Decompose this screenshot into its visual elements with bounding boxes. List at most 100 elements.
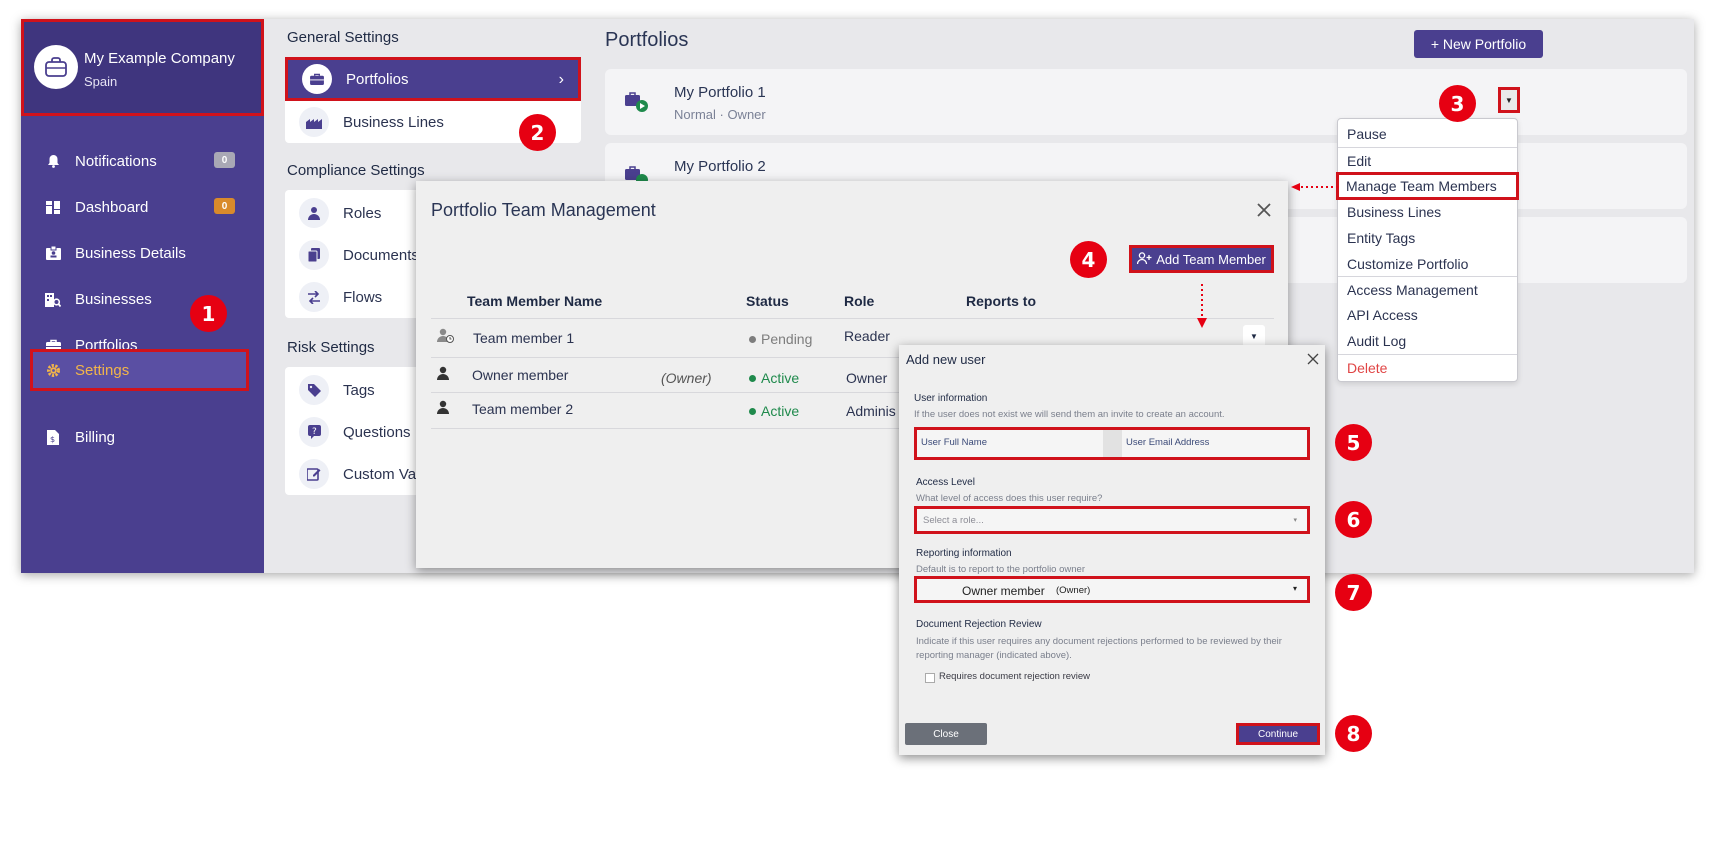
nav-billing[interactable]: $ Billing <box>21 416 264 458</box>
step-marker: 8 <box>1335 715 1372 752</box>
step-marker: 5 <box>1335 424 1372 461</box>
status-text: Active <box>761 403 800 419</box>
chevron-down-icon: ▾ <box>1293 517 1297 524</box>
menu-customize-portfolio[interactable]: Customize Portfolio <box>1338 251 1517 277</box>
user-icon <box>437 400 449 417</box>
nav-businesses[interactable]: Businesses <box>21 278 264 320</box>
id-badge-icon <box>45 245 61 261</box>
setting-label: Roles <box>343 204 382 222</box>
nav-notifications[interactable]: Notifications 0 <box>21 140 264 182</box>
step-marker: 2 <box>519 114 556 151</box>
briefcase-icon <box>34 45 78 89</box>
step-marker: 3 <box>1439 85 1476 122</box>
nav-dashboard[interactable]: Dashboard 0 <box>21 186 264 228</box>
step-marker: 1 <box>190 295 227 332</box>
status-text: Pending <box>761 331 813 347</box>
building-search-icon <box>45 291 61 307</box>
gear-icon <box>45 362 61 378</box>
menu-access-management[interactable]: Access Management <box>1338 277 1517 303</box>
reporting-select-value: Owner member <box>962 584 1045 598</box>
reporting-help: Default is to report to the portfolio ow… <box>916 564 1085 575</box>
status-badge: Pending <box>749 331 812 347</box>
portfolio-card[interactable]: My Portfolio 1 Normal · Owner <box>605 69 1687 135</box>
company-name: My Example Company <box>84 50 235 67</box>
continue-button[interactable]: Continue <box>1236 723 1320 745</box>
status-badge: Active <box>749 403 799 419</box>
status-dot <box>749 408 756 415</box>
new-portfolio-button[interactable]: + New Portfolio <box>1414 30 1543 58</box>
nav-label: Settings <box>75 361 130 379</box>
menu-audit-log[interactable]: Audit Log <box>1338 328 1517 354</box>
member-name: Team member 2 <box>472 401 574 417</box>
email-input[interactable]: User Email Address <box>1126 437 1209 448</box>
menu-business-lines[interactable]: Business Lines <box>1338 199 1517 225</box>
question-icon: ? <box>299 417 329 447</box>
portfolios-title: Portfolios <box>605 29 689 51</box>
step-4-arrow <box>1197 284 1207 328</box>
add-team-member-button[interactable]: Add Team Member <box>1129 245 1274 273</box>
settings-portfolios-row[interactable]: Portfolios › <box>285 57 581 101</box>
add-team-member-label: Add Team Member <box>1156 251 1266 267</box>
member-role: Adminis <box>846 403 896 419</box>
user-info-help: If the user does not exist we will send … <box>914 409 1225 420</box>
nav-business-details[interactable]: Business Details <box>21 232 264 274</box>
reporting-select[interactable]: Owner member (Owner) ▾ <box>914 576 1310 603</box>
setting-label: Questions <box>343 423 411 441</box>
role-select[interactable]: Select a role... ▾ <box>914 506 1310 534</box>
rejection-review-checkbox[interactable] <box>925 673 935 683</box>
step-3-arrow <box>1291 183 1338 191</box>
dialog-title: Add new user <box>906 352 986 367</box>
nav-label: Notifications <box>75 152 157 170</box>
reporting-label: Reporting information <box>916 548 1012 559</box>
tutorial-canvas: My Example Company Spain Notifications 0… <box>0 0 1721 864</box>
setting-label: Tags <box>343 381 375 399</box>
nav-label: Businesses <box>75 290 152 308</box>
chevron-down-icon: ▾ <box>1292 584 1297 593</box>
full-name-input[interactable]: User Full Name <box>921 437 987 448</box>
portfolio-name: My Portfolio 1 <box>674 84 766 101</box>
role-select-value: Select a role... <box>923 515 984 526</box>
menu-entity-tags[interactable]: Entity Tags <box>1338 225 1517 251</box>
svg-text:$: $ <box>50 435 55 444</box>
menu-delete[interactable]: Delete <box>1338 355 1517 381</box>
general-settings-title: General Settings <box>287 29 399 46</box>
portfolio-actions-menu: Pause Edit Manage Team Members Business … <box>1336 118 1519 382</box>
close-icon[interactable] <box>1307 353 1319 365</box>
menu-edit[interactable]: Edit <box>1338 148 1517 174</box>
add-user-dialog: Add new user User information If the use… <box>899 345 1325 755</box>
step-marker: 4 <box>1070 241 1107 278</box>
user-info-label: User information <box>914 393 988 404</box>
nav-settings[interactable]: Settings <box>30 349 249 391</box>
tag-icon <box>299 375 329 405</box>
access-level-help: What level of access does this user requ… <box>916 493 1103 504</box>
compliance-settings-title: Compliance Settings <box>287 162 425 179</box>
nav-label: Dashboard <box>75 198 149 216</box>
dashboard-icon <box>45 199 61 215</box>
status-dot <box>749 375 756 382</box>
briefcase-icon <box>302 64 332 94</box>
sidebar: My Example Company Spain Notifications 0… <box>21 19 264 573</box>
column-header: Reports to <box>966 293 1036 309</box>
rejection-review-help: Indicate if this user requires any docum… <box>916 636 1282 661</box>
nav-label: Business Details <box>75 244 186 262</box>
column-header: Role <box>844 293 875 309</box>
close-button[interactable]: Close <box>905 723 987 745</box>
rejection-review-label: Document Rejection Review <box>916 619 1042 630</box>
row-actions-dropdown[interactable]: ▼ <box>1243 325 1265 347</box>
portfolio-subtitle: Normal · Owner <box>674 107 766 122</box>
reporting-owner-note: (Owner) <box>1056 585 1091 596</box>
menu-api-access[interactable]: API Access <box>1338 302 1517 328</box>
pending-user-icon <box>437 328 454 346</box>
edit-icon <box>299 459 329 489</box>
access-level-label: Access Level <box>916 477 975 488</box>
status-dot <box>749 336 756 343</box>
setting-label: Portfolios <box>346 70 409 88</box>
menu-manage-team-members[interactable]: Manage Team Members <box>1336 172 1519 200</box>
menu-pause[interactable]: Pause <box>1338 121 1517 147</box>
close-icon[interactable] <box>1254 200 1274 220</box>
field-divider <box>1103 430 1122 457</box>
owner-note: (Owner) <box>661 370 712 386</box>
portfolio-actions-dropdown[interactable]: ▼ <box>1498 87 1520 113</box>
company-switcher[interactable]: My Example Company Spain <box>21 19 264 116</box>
column-header: Team Member Name <box>467 293 603 309</box>
